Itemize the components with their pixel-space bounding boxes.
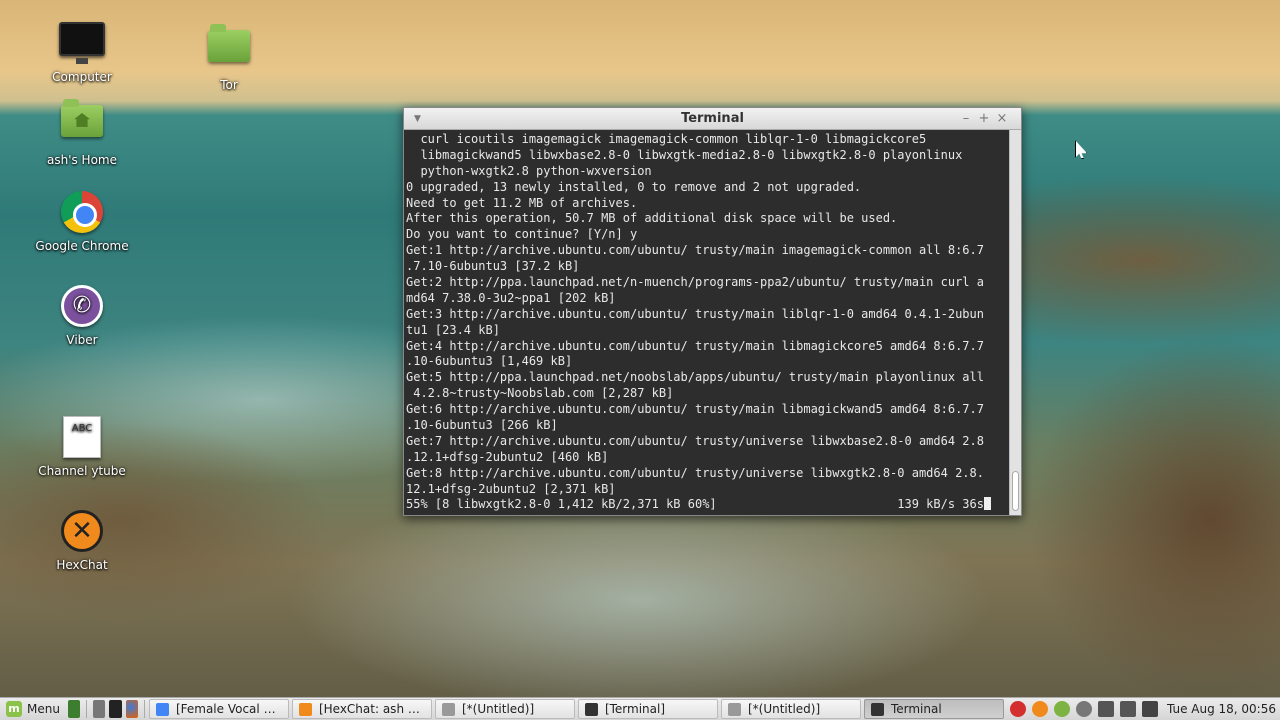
desktop-icon-label: Tor bbox=[220, 78, 238, 92]
taskbar-item[interactable]: Terminal bbox=[863, 699, 1004, 719]
terminal-line: tu1 [23.4 kB] bbox=[406, 322, 500, 337]
window-title: Terminal bbox=[681, 111, 744, 126]
bluetooth-icon[interactable] bbox=[1075, 701, 1092, 717]
terminal-line: .12.1+dfsg-2ubuntu2 [460 kB] bbox=[406, 449, 609, 464]
panel-separator bbox=[86, 700, 88, 718]
text-editor-icon bbox=[727, 702, 741, 716]
terminal-line: Get:3 http://archive.ubuntu.com/ubuntu/ … bbox=[406, 306, 984, 321]
taskbar-item-label: [Terminal] bbox=[604, 702, 666, 716]
system-monitor-icon[interactable] bbox=[67, 700, 81, 718]
terminal-line: .10-6ubuntu3 [266 kB] bbox=[406, 418, 558, 433]
desktop-icon-label: Channel ytube bbox=[38, 464, 126, 478]
menu-label: Menu bbox=[27, 702, 60, 716]
desktop-icon-label: Google Chrome bbox=[35, 239, 129, 253]
terminal-line: .7.10-6ubuntu3 [37.2 kB] bbox=[406, 259, 580, 274]
taskbar-item[interactable]: [*(Untitled)] bbox=[434, 699, 575, 719]
record-icon[interactable] bbox=[1009, 701, 1026, 717]
scrollbar-thumb[interactable] bbox=[1012, 471, 1019, 511]
terminal-line: Get:7 http://archive.ubuntu.com/ubuntu/ … bbox=[406, 433, 984, 448]
desktop-icon-home[interactable]: ash's Home bbox=[27, 97, 137, 167]
volume-icon[interactable] bbox=[1097, 701, 1114, 717]
terminal-progress-line: 55% [8 libwxgtk2.8-0 1,412 kB/2,371 kB 6… bbox=[406, 497, 1009, 513]
terminal-icon bbox=[584, 702, 598, 716]
taskbar-item-label: [HexChat: ash @ ... bbox=[318, 702, 425, 716]
update-shield-icon[interactable] bbox=[1053, 701, 1070, 717]
clock[interactable]: Tue Aug 18, 00:56 bbox=[1167, 702, 1276, 716]
menu-button[interactable]: m Menu bbox=[0, 698, 66, 720]
hexchat-icon: ✕ bbox=[58, 510, 106, 554]
terminal-line: curl icoutils imagemagick imagemagick-co… bbox=[406, 132, 927, 146]
system-tray: Tue Aug 18, 00:56 bbox=[1007, 698, 1280, 720]
terminal-line: Get:5 http://ppa.launchpad.net/noobslab/… bbox=[406, 370, 984, 385]
terminal-line: 4.2.8~trusty~Noobslab.com [2,287 kB] bbox=[406, 386, 674, 401]
terminal-line: Get:8 http://archive.ubuntu.com/ubuntu/ … bbox=[406, 465, 984, 480]
battery-icon[interactable] bbox=[1141, 701, 1158, 717]
progress-text: 55% [8 libwxgtk2.8-0 1,412 kB/2,371 kB 6… bbox=[406, 497, 984, 512]
terminal-line: 0 upgraded, 13 newly installed, 0 to rem… bbox=[406, 179, 862, 194]
taskbar: m Menu [Female Vocal Du... [HexChat: ash … bbox=[0, 697, 1280, 720]
desktop-icon-computer[interactable]: Computer bbox=[27, 22, 137, 84]
desktop-icon-tor[interactable]: Tor bbox=[174, 22, 284, 92]
desktop-icon-hexchat[interactable]: ✕ HexChat bbox=[27, 510, 137, 572]
terminal-cursor bbox=[983, 497, 991, 511]
chrome-icon bbox=[58, 191, 106, 235]
viber-icon: ✆ bbox=[58, 285, 106, 329]
hexchat-tray-icon[interactable] bbox=[1031, 701, 1048, 717]
taskbar-item-label: [Female Vocal Du... bbox=[175, 702, 282, 716]
maximize-icon[interactable]: + bbox=[975, 108, 993, 130]
desktop-icon-label: Computer bbox=[52, 70, 112, 84]
firefox-icon[interactable] bbox=[125, 700, 139, 718]
terminal-line: After this operation, 50.7 MB of additio… bbox=[406, 211, 898, 226]
window-titlebar[interactable]: ▼ Terminal – + × bbox=[404, 108, 1021, 130]
desktop-icon-chrome[interactable]: Google Chrome bbox=[27, 191, 137, 253]
terminal-line: Get:6 http://archive.ubuntu.com/ubuntu/ … bbox=[406, 402, 984, 417]
terminal-launcher-icon[interactable] bbox=[109, 700, 122, 718]
terminal-line: 12.1+dfsg-2ubuntu2 [2,371 kB] bbox=[406, 481, 616, 496]
folder-icon bbox=[205, 24, 253, 74]
desktop-icon-label: HexChat bbox=[56, 558, 108, 572]
window-menu-icon[interactable]: ▼ bbox=[414, 108, 421, 130]
panel-separator bbox=[144, 700, 145, 718]
home-folder-icon bbox=[58, 99, 106, 149]
terminal-line: python-wxgtk2.8 python-wxversion bbox=[406, 163, 652, 178]
terminal-line: Get:4 http://archive.ubuntu.com/ubuntu/ … bbox=[406, 338, 984, 353]
desktop-icon-label: Viber bbox=[66, 333, 98, 347]
document-icon: ABC bbox=[58, 416, 106, 460]
taskbar-item[interactable]: [Female Vocal Du... bbox=[148, 699, 289, 719]
taskbar-item-label: [*(Untitled)] bbox=[461, 702, 535, 716]
desktop-icon-label: ash's Home bbox=[46, 153, 117, 167]
taskbar-item[interactable]: [*(Untitled)] bbox=[720, 699, 861, 719]
terminal-line: Do you want to continue? [Y/n] y bbox=[406, 227, 638, 242]
mouse-pointer-icon bbox=[1075, 140, 1087, 159]
desktop-icon-channel-ytube[interactable]: ABC Channel ytube bbox=[27, 416, 137, 478]
show-desktop-icon[interactable] bbox=[93, 700, 106, 718]
chrome-icon bbox=[155, 702, 169, 716]
terminal-line: Need to get 11.2 MB of archives. bbox=[406, 195, 638, 210]
terminal-line: md64 7.38.0-3u2~ppa1 [202 kB] bbox=[406, 290, 616, 305]
taskbar-item[interactable]: [Terminal] bbox=[577, 699, 718, 719]
mint-logo-icon: m bbox=[6, 701, 22, 717]
terminal-line: libmagickwand5 libwxbase2.8-0 libwxgtk-m… bbox=[406, 147, 963, 162]
taskbar-item-label: [*(Untitled)] bbox=[747, 702, 821, 716]
terminal-line: Get:2 http://ppa.launchpad.net/n-muench/… bbox=[406, 275, 984, 290]
monitor-icon bbox=[58, 22, 106, 66]
network-icon[interactable] bbox=[1119, 701, 1136, 717]
taskbar-item[interactable]: [HexChat: ash @ ... bbox=[291, 699, 432, 719]
terminal-icon bbox=[870, 702, 884, 716]
desktop-icon-viber[interactable]: ✆ Viber bbox=[27, 285, 137, 347]
close-icon[interactable]: × bbox=[993, 108, 1011, 130]
terminal-scrollbar[interactable] bbox=[1009, 130, 1021, 515]
minimize-icon[interactable]: – bbox=[957, 108, 975, 130]
text-editor-icon bbox=[441, 702, 455, 716]
taskbar-item-label: Terminal bbox=[890, 702, 942, 716]
terminal-line: .10-6ubuntu3 [1,469 kB] bbox=[406, 354, 573, 369]
terminal-output[interactable]: curl icoutils imagemagick imagemagick-co… bbox=[404, 130, 1009, 515]
hexchat-icon bbox=[298, 702, 312, 716]
terminal-window[interactable]: ▼ Terminal – + × curl icoutils imagemagick… bbox=[403, 107, 1022, 516]
terminal-line: Get:1 http://archive.ubuntu.com/ubuntu/ … bbox=[406, 243, 984, 258]
